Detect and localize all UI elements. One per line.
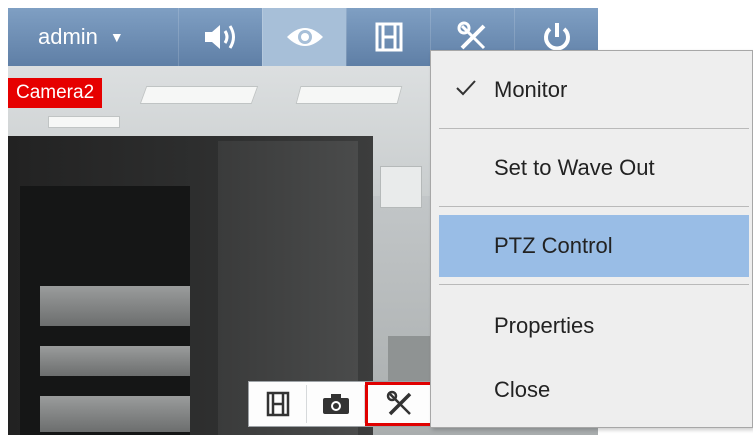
video-rack-shelf [40,396,190,432]
menu-item-properties[interactable]: Properties [439,295,749,357]
video-rack-interior [20,186,190,435]
film-icon [375,22,403,52]
menu-item-label: Properties [494,313,595,338]
menu-item-close[interactable]: Close [439,359,749,421]
speaker-icon [204,25,235,49]
menu-item-ptz-control[interactable]: PTZ Control [439,215,749,277]
live-view-button[interactable] [262,8,347,66]
menu-item-label: Set to Wave Out [494,155,655,180]
eye-icon [286,28,323,46]
ptz-tools-button[interactable] [365,382,435,426]
checkmark-icon [455,77,477,103]
user-label: admin [38,24,98,49]
menu-item-monitor[interactable]: Monitor [439,59,749,121]
record-button[interactable] [249,385,307,423]
camera-name-label: Camera2 [8,78,103,108]
video-ceiling-light [139,86,259,104]
menu-separator [439,206,749,207]
context-menu: Monitor Set to Wave Out PTZ Control Prop… [430,50,753,428]
menu-item-label: Close [494,377,551,402]
camera-mini-toolbar [248,381,438,427]
menu-item-label: Monitor [494,77,568,102]
audio-button[interactable] [178,8,262,66]
menu-separator [439,128,749,129]
video-rack-shelf [40,286,190,326]
film-icon [266,391,289,417]
camera-icon [322,394,349,414]
menu-item-label: PTZ Control [494,233,613,258]
video-rack-shelf [40,346,190,376]
video-ceiling-light [48,116,120,128]
video-window [380,166,422,208]
power-icon [543,23,570,51]
snapshot-button[interactable] [307,385,365,423]
chevron-down-icon: ▼ [109,29,124,45]
tools-icon [457,21,485,50]
menu-item-set-to-wave-out[interactable]: Set to Wave Out [439,137,749,199]
user-menu[interactable]: admin ▼ [8,8,178,66]
playback-button[interactable] [346,8,430,66]
video-ceiling-light [295,86,403,104]
tools-icon [386,390,412,416]
menu-separator [439,284,749,285]
